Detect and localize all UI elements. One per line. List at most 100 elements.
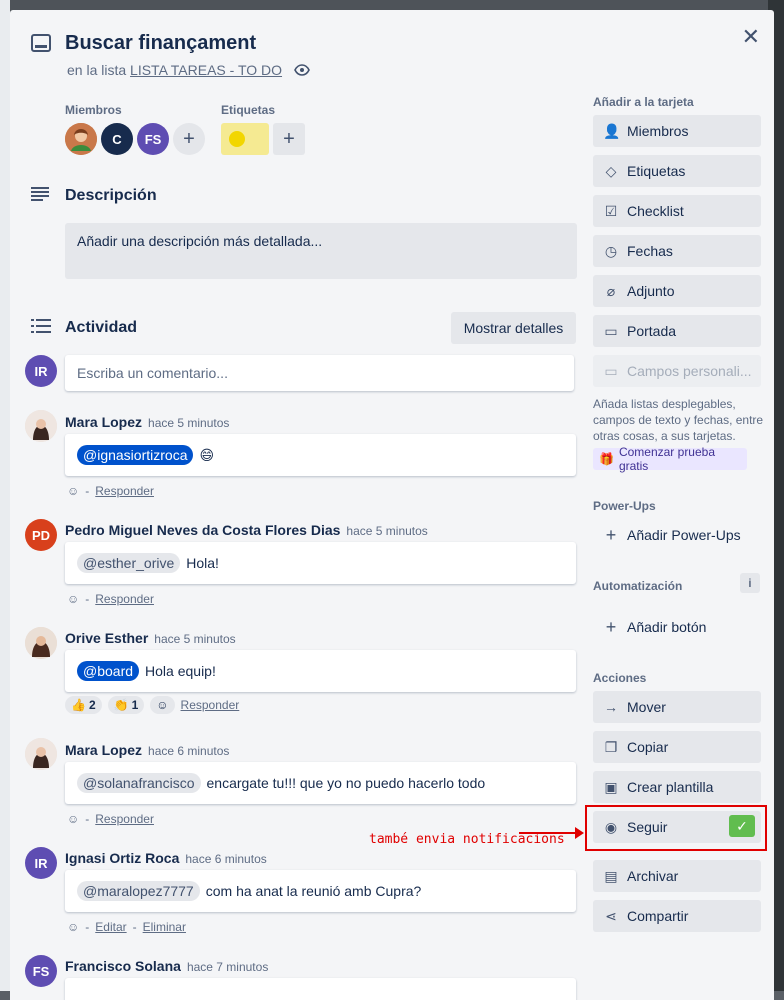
sidebar-dates-button[interactable]: ◷ Fechas (593, 235, 761, 267)
add-reaction-icon[interactable]: ☺ (67, 484, 79, 498)
reply-link[interactable]: Responder (95, 592, 154, 606)
cover-icon: ▭ (604, 322, 618, 339)
separator: - (85, 920, 90, 934)
comment-time[interactable]: hace 5 minutos (346, 524, 427, 538)
annotation-arrow-head (575, 827, 584, 839)
move-button[interactable]: → Mover (593, 691, 761, 723)
mention-chip[interactable]: @maralopez7777 (77, 881, 200, 901)
separator: - (85, 812, 90, 826)
add-reaction-icon[interactable]: ☺ (67, 812, 79, 826)
comment-input[interactable]: Escriba un comentario... (65, 355, 574, 391)
comment-text: encargate tu!!! que yo no puedo hacerlo … (206, 775, 486, 791)
board-backdrop-left (0, 0, 10, 991)
author-name[interactable]: Mara Lopez (65, 414, 142, 430)
reply-link[interactable]: Responder (95, 484, 154, 498)
author-name[interactable]: Orive Esther (65, 630, 148, 646)
reply-link[interactable]: Responder (95, 812, 154, 826)
checklist-icon: ☑ (604, 202, 618, 219)
comment-avatar: FS (25, 955, 57, 987)
comment-text: com ha anat la reunió amb Cupra? (205, 883, 422, 899)
sidebar-labels-button[interactable]: ◇ Etiquetas (593, 155, 761, 187)
edit-link[interactable]: Editar (95, 920, 126, 934)
add-powerups-button[interactable]: + Añadir Power-Ups (593, 519, 761, 551)
add-label-button[interactable]: + (273, 123, 305, 155)
author-name[interactable]: Ignasi Ortiz Roca (65, 850, 179, 866)
sidebar-attachment-button[interactable]: ⌀ Adjunto (593, 275, 761, 307)
plus-icon: + (605, 524, 617, 545)
delete-link[interactable]: Eliminar (143, 920, 186, 934)
close-icon[interactable]: ✕ (742, 24, 760, 50)
in-list-prefix: en la lista (67, 62, 127, 78)
separator: - (132, 920, 137, 934)
comment-avatar (25, 627, 57, 659)
start-trial-button[interactable]: 🎁 Comenzar prueba gratis (593, 445, 747, 473)
reply-link[interactable]: Responder (181, 698, 240, 712)
annotation-highlight-box (585, 805, 767, 851)
comment-avatar: PD (25, 519, 57, 551)
share-button[interactable]: ⋖ Compartir (593, 900, 761, 932)
reaction-clap[interactable]: 👏 1 (107, 696, 145, 714)
member-avatar-1[interactable] (65, 123, 97, 155)
sidebar-members-button[interactable]: 👤 Miembros (593, 115, 761, 147)
comment-bubble: @board Hola equip! (65, 650, 576, 692)
arrow-right-icon: → (604, 699, 618, 715)
member-avatar-2[interactable]: C (101, 123, 133, 155)
description-field[interactable]: Añadir una descripción más detallada... (65, 223, 577, 279)
add-reaction-icon[interactable]: ☺ (67, 592, 79, 606)
comment-author: Pedro Miguel Neves da Costa Flores Dias h… (65, 522, 428, 538)
archive-button[interactable]: ▤ Archivar (593, 860, 761, 892)
add-reaction-icon[interactable]: ☺ (67, 920, 79, 934)
add-reaction-icon[interactable]: ☺ (150, 696, 175, 714)
mention-chip[interactable]: @board (77, 661, 140, 681)
members-heading: Miembros (65, 103, 122, 117)
custom-fields-hint: Añada listas desplegables, campos de tex… (593, 397, 764, 443)
eye-icon (294, 63, 310, 79)
author-name[interactable]: Francisco Solana (65, 958, 181, 974)
comment-avatar: IR (25, 847, 57, 879)
copy-button[interactable]: ❐ Copiar (593, 731, 761, 763)
comment-actions: ☺ - Responder (67, 592, 154, 606)
comment-time[interactable]: hace 7 minutos (187, 960, 268, 974)
mention-chip[interactable]: @ignasiortizroca (77, 445, 194, 465)
comment-actions: 👍 2 👏 1 ☺ Responder (65, 696, 239, 714)
sidebar-custom-fields-button[interactable]: ▭ Campos personali... (593, 355, 761, 387)
mention-chip[interactable]: @solanafrancisco (77, 773, 201, 793)
current-user-avatar: IR (25, 355, 57, 387)
sidebar-checklist-button[interactable]: ☑ Checklist (593, 195, 761, 227)
create-template-button[interactable]: ▣ Crear plantilla (593, 771, 761, 803)
reaction-thumbs-up[interactable]: 👍 2 (65, 696, 102, 714)
activity-heading: Actividad (65, 319, 138, 336)
comment-avatar (25, 410, 57, 442)
comment-author: Francisco Solana hace 7 minutos (65, 958, 268, 974)
card-title[interactable]: Buscar finançament (65, 32, 256, 55)
comment-bubble: @solanafrancisco encargate tu!!! que yo … (65, 762, 576, 804)
mention-chip[interactable]: @esther_orive (77, 553, 181, 573)
separator: - (85, 592, 90, 606)
label-chip[interactable] (221, 123, 269, 155)
info-icon[interactable]: i (740, 573, 760, 593)
comment-time[interactable]: hace 5 minutos (154, 632, 235, 646)
paperclip-icon: ⌀ (606, 282, 616, 299)
card-icon (31, 34, 51, 57)
comment-time[interactable]: hace 6 minutos (148, 744, 229, 758)
annotation-text: també envia notificacions (369, 832, 565, 847)
comment-actions: ☺ - Responder (67, 484, 154, 498)
comment-actions: ☺ - Editar - Eliminar (67, 920, 186, 934)
list-link[interactable]: LISTA TAREAS - TO DO (130, 62, 282, 78)
sidebar-cover-button[interactable]: ▭ Portada (593, 315, 761, 347)
comment-bubble (65, 978, 576, 1000)
show-details-button[interactable]: Mostrar detalles (451, 312, 576, 344)
powerups-heading: Power-Ups (593, 499, 656, 513)
comment-author: Orive Esther hace 5 minutos (65, 630, 236, 646)
comment-author: Mara Lopez hace 5 minutos (65, 414, 229, 430)
add-button-button[interactable]: + Añadir botón (593, 611, 761, 643)
comment-time[interactable]: hace 6 minutos (185, 852, 266, 866)
author-name[interactable]: Pedro Miguel Neves da Costa Flores Dias (65, 522, 340, 538)
comment-time[interactable]: hace 5 minutos (148, 416, 229, 430)
author-name[interactable]: Mara Lopez (65, 742, 142, 758)
member-avatar-3[interactable]: FS (137, 123, 169, 155)
comment-bubble: @maralopez7777 com ha anat la reunió amb… (65, 870, 576, 912)
add-member-button[interactable]: + (173, 123, 205, 155)
comment-author: Mara Lopez hace 6 minutos (65, 742, 229, 758)
clock-icon: ◷ (604, 242, 618, 259)
